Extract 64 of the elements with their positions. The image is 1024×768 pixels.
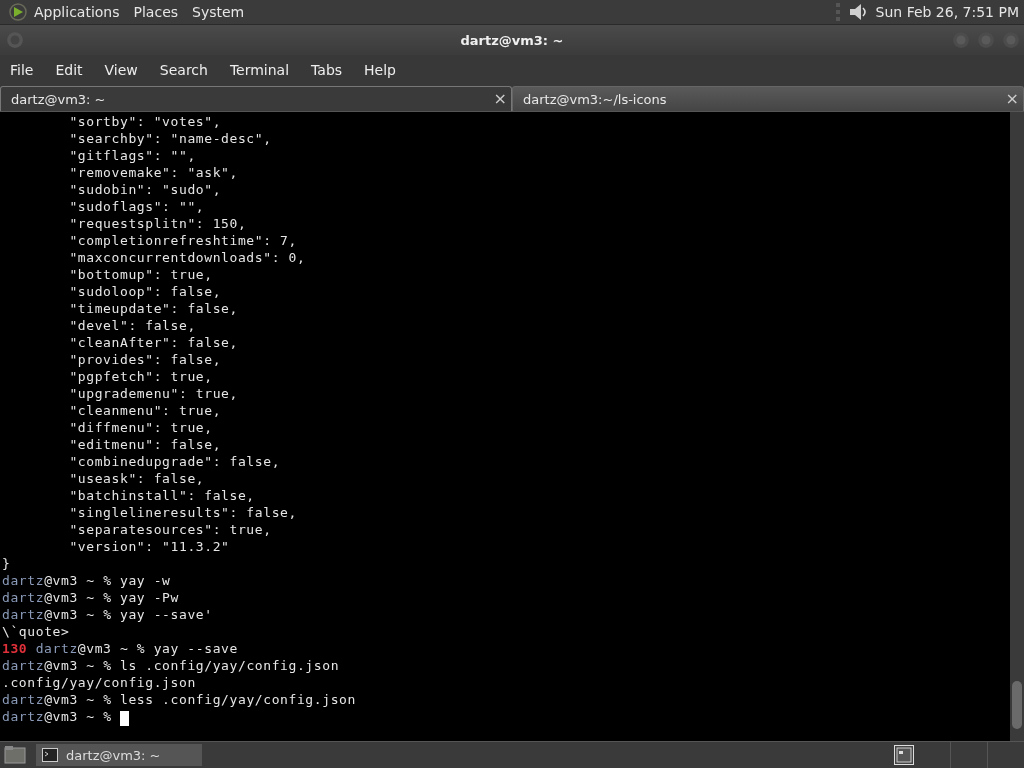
terminal-line: "useask": false, (68, 470, 205, 487)
terminal-line: "sudoflags": "", (68, 198, 205, 215)
terminal-line: "bottomup": true, (68, 266, 213, 283)
terminal-line: "upgrademenu": true, (68, 385, 238, 402)
terminal-line: dartz@vm3 ~ % yay --save' (2, 606, 213, 623)
terminal-line: "combinedupgrade": false, (68, 453, 281, 470)
terminal-line: "requestsplitn": 150, (68, 215, 247, 232)
window-title: dartz@vm3: ~ (460, 32, 564, 48)
menu-item[interactable]: View (104, 62, 138, 78)
panel-menu[interactable]: Applications (34, 4, 120, 20)
terminal-line: "gitflags": "", (68, 147, 196, 164)
terminal-line: "cleanAfter": false, (68, 334, 238, 351)
terminal-line: dartz@vm3 ~ % ls .config/yay/config.json (2, 657, 340, 674)
scrollbar-thumb[interactable] (1012, 681, 1022, 729)
terminal-line: "diffmenu": true, (68, 419, 213, 436)
show-desktop-icon[interactable] (4, 745, 26, 765)
window-menu-icon[interactable] (6, 31, 24, 49)
maximize-icon[interactable] (977, 31, 995, 49)
terminal-line: "devel": false, (68, 317, 196, 334)
clock[interactable]: Sun Feb 26, 7:51 PM (875, 4, 1019, 20)
terminal-line: dartz@vm3 ~ % less .config/yay/config.json (2, 691, 356, 708)
menu-item[interactable]: Tabs (311, 62, 343, 78)
terminal-line: dartz@vm3 ~ % yay -w (2, 572, 171, 589)
terminal-line: "completionrefreshtime": 7, (68, 232, 297, 249)
workspace-switcher-icon[interactable] (894, 745, 914, 765)
close-tab-button[interactable]: × (1005, 91, 1019, 107)
terminal-line: "provides": false, (68, 351, 222, 368)
terminal-line: .config/yay/config.json (2, 674, 196, 691)
terminal-line: "removemake": "ask", (68, 164, 238, 181)
terminal-line: } (2, 555, 11, 572)
panel-menu[interactable]: System (192, 4, 245, 20)
close-tab-button[interactable]: × (493, 91, 507, 107)
menu-item[interactable]: Search (159, 62, 208, 78)
terminal-line: "pgpfetch": true, (68, 368, 213, 385)
terminal-line: "cleanmenu": true, (68, 402, 222, 419)
terminal-line: "singlelineresults": false, (68, 504, 297, 521)
terminal-line: "batchinstall": false, (68, 487, 255, 504)
terminal-line: "maxconcurrentdownloads": 0, (68, 249, 306, 266)
menu-item[interactable]: Help (364, 62, 396, 78)
close-icon[interactable] (1002, 31, 1020, 49)
terminal-line: "sudoloop": false, (68, 283, 222, 300)
terminal-line: dartz@vm3 ~ % yay -Pw (2, 589, 179, 606)
panel-menu[interactable]: Places (133, 4, 179, 20)
handle-icon (835, 2, 840, 22)
tab[interactable]: dartz@vm3: ~ × (0, 86, 512, 111)
taskbar-button[interactable]: dartz@vm3: ~ (36, 744, 202, 766)
terminal-line: "sortby": "votes", (68, 113, 222, 130)
scrollbar[interactable] (1010, 112, 1024, 741)
terminal-line: \`quote> (2, 623, 70, 640)
minimize-icon[interactable] (952, 31, 970, 49)
terminal-line: "separatesources": true, (68, 521, 272, 538)
terminal-line: "editmenu": false, (68, 436, 222, 453)
menu-item[interactable]: File (10, 62, 34, 78)
terminal-line: "searchby": "name-desc", (68, 130, 272, 147)
distro-logo-icon[interactable] (8, 2, 28, 22)
terminal-icon (42, 748, 58, 762)
terminal-line: "timeupdate": false, (68, 300, 238, 317)
terminal-line: "version": "11.3.2" (68, 538, 230, 555)
terminal-line: "sudobin": "sudo", (68, 181, 222, 198)
menu-item[interactable]: Edit (55, 62, 83, 78)
terminal-line: dartz@vm3 ~ % (2, 708, 129, 725)
tab[interactable]: dartz@vm3:~/ls-icons × (512, 86, 1024, 111)
terminal-line: 130 dartz@vm3 ~ % yay --save (2, 640, 238, 657)
menu-item[interactable]: Terminal (229, 62, 290, 78)
